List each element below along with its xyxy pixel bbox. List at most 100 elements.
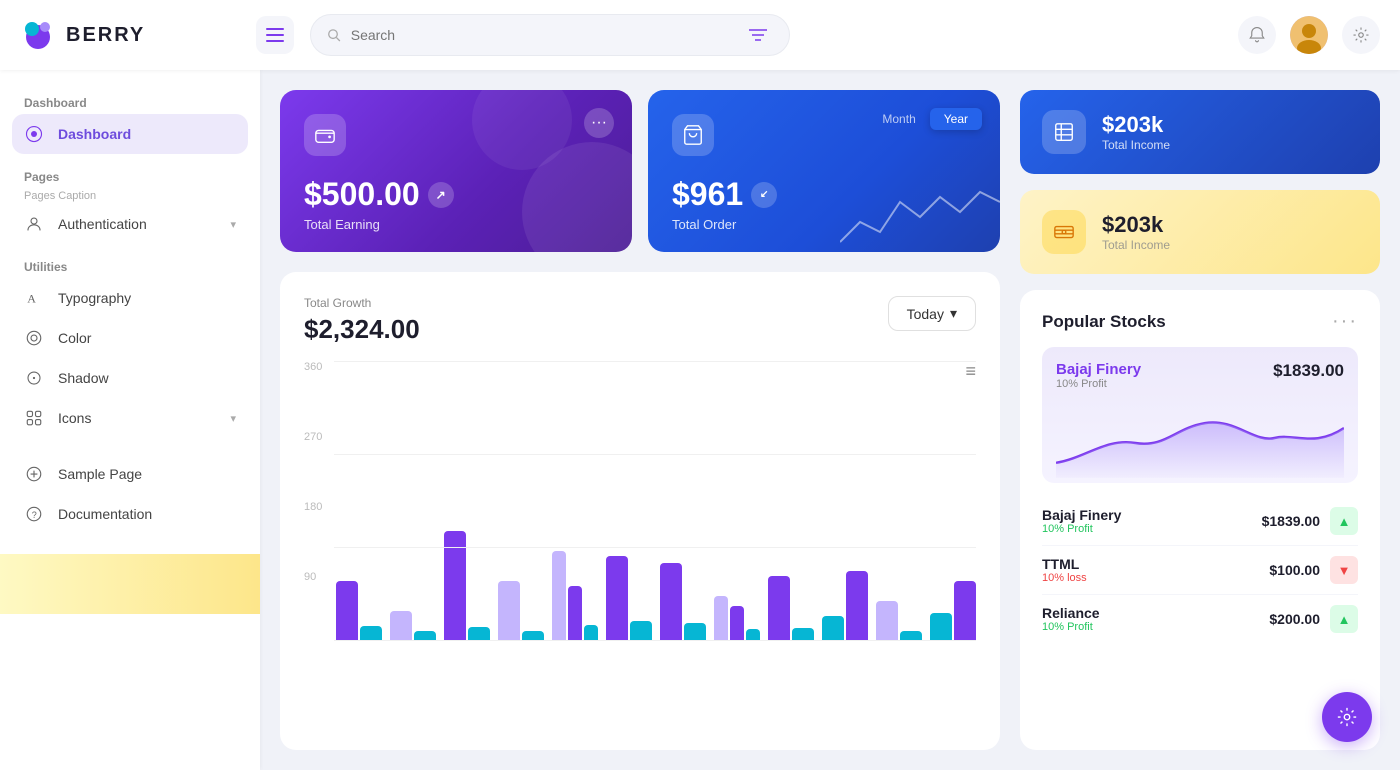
authentication-icon: [24, 214, 44, 234]
chart-area: ≡ 360 270 180 90: [304, 361, 976, 641]
berry-logo-icon: [20, 17, 56, 53]
y-axis: 360 270 180 90: [304, 361, 334, 641]
sidebar-item-documentation[interactable]: ? Documentation: [0, 494, 260, 534]
sidebar-item-dashboard[interactable]: Dashboard: [12, 114, 248, 154]
chevron-down-icon: ▾: [950, 305, 957, 322]
sidebar-item-sample-page[interactable]: Sample Page: [0, 454, 260, 494]
bar-teal: [468, 627, 490, 641]
notification-button[interactable]: [1238, 16, 1276, 54]
stock-list-item: Bajaj Finery 10% Profit $1839.00 ▲: [1042, 497, 1358, 546]
sidebar-documentation-label: Documentation: [58, 506, 152, 522]
bar-light-purple: [552, 551, 566, 641]
icons-chevron-icon: ▾: [230, 412, 236, 425]
sidebar-item-shadow[interactable]: Shadow: [0, 358, 260, 398]
bar-group-6: [606, 556, 652, 641]
fab-settings-button[interactable]: [1322, 692, 1372, 742]
sidebar-authentication-label: Authentication: [58, 216, 147, 232]
stock-row-change: 10% Profit: [1042, 523, 1121, 535]
bar-purple: [336, 581, 358, 641]
bar-group-10: [822, 571, 868, 641]
pages-section-label: Pages: [0, 164, 260, 188]
sidebar-item-authentication[interactable]: Authentication ▾: [0, 204, 260, 244]
color-icon: [24, 328, 44, 348]
table-icon: [1053, 121, 1075, 143]
settings-button[interactable]: [1342, 16, 1380, 54]
stock-list-item: TTML 10% loss $100.00 ▼: [1042, 546, 1358, 595]
bar-teal: [630, 621, 652, 641]
dashboard-icon: [24, 124, 44, 144]
stock-list: Bajaj Finery 10% Profit $1839.00 ▲ TTML …: [1042, 497, 1358, 643]
chart-menu-button[interactable]: ≡: [965, 361, 976, 382]
sidebar-color-label: Color: [58, 330, 91, 346]
hamburger-button[interactable]: [256, 16, 294, 54]
bar-teal: [746, 629, 760, 641]
earning-card-more-button[interactable]: ···: [584, 108, 614, 138]
stock-row-name: Bajaj Finery: [1042, 507, 1121, 523]
earning-card-icon-box: [304, 114, 346, 156]
total-earning-card: ··· $500.00 ↗ Total Earning: [280, 90, 632, 252]
income-amount-blue: $203k: [1102, 112, 1170, 138]
year-tab-button[interactable]: Year: [930, 108, 982, 130]
bar-teal: [792, 628, 814, 641]
hamburger-icon: [266, 28, 284, 42]
today-filter-button[interactable]: Today ▾: [888, 296, 976, 331]
chart-title: Total Growth: [304, 296, 420, 310]
stock-row-change: 10% Profit: [1042, 621, 1100, 633]
income-info-yellow: $203k Total Income: [1102, 212, 1170, 252]
bar-teal: [930, 613, 952, 641]
cash-icon: [1053, 221, 1075, 243]
month-tab-button[interactable]: Month: [868, 108, 929, 130]
shadow-icon: [24, 368, 44, 388]
bar-purple: [846, 571, 868, 641]
stocks-header: Popular Stocks ···: [1042, 310, 1358, 333]
bar-group-3: [444, 531, 490, 641]
bar-light-purple: [498, 581, 520, 641]
main-column: ··· $500.00 ↗ Total Earning: [280, 90, 1000, 750]
stock-row-change: 10% loss: [1042, 572, 1087, 584]
avatar[interactable]: [1290, 16, 1328, 54]
bar-teal: [360, 626, 382, 641]
search-icon: [327, 27, 341, 43]
featured-stock-top: Bajaj Finery 10% Profit $1839.00: [1056, 361, 1344, 390]
bar-purple: [730, 606, 744, 641]
chart-header: Total Growth $2,324.00 Today ▾: [304, 296, 976, 345]
utilities-section-label: Utilities: [0, 254, 260, 278]
sidebar-sample-page-label: Sample Page: [58, 466, 142, 482]
stocks-title: Popular Stocks: [1042, 312, 1166, 332]
sidebar-item-color[interactable]: Color: [0, 318, 260, 358]
logo-area: BERRY: [20, 17, 240, 53]
bar-purple: [660, 563, 682, 641]
bar-group-5: [552, 551, 598, 641]
filter-button[interactable]: [744, 18, 773, 52]
pages-caption: Pages Caption: [0, 188, 260, 204]
earning-label: Total Earning: [304, 217, 608, 232]
featured-stock-price: $1839.00: [1273, 361, 1344, 381]
content-area: ··· $500.00 ↗ Total Earning: [260, 70, 1400, 770]
chart-amount: $2,324.00: [304, 314, 420, 345]
featured-stock-mini-chart: [1056, 398, 1344, 478]
bar-teal: [684, 623, 706, 641]
featured-stock-chart: Bajaj Finery 10% Profit $1839.00: [1042, 347, 1358, 483]
order-tab-toggle: Month Year: [868, 108, 982, 130]
stocks-more-button[interactable]: ···: [1332, 310, 1358, 333]
bar-purple: [768, 576, 790, 641]
stock-row-info: TTML 10% loss: [1042, 556, 1087, 584]
header-right: [1238, 16, 1380, 54]
bell-icon: [1248, 26, 1266, 44]
wallet-icon: [314, 124, 336, 146]
sidebar-item-typography[interactable]: A Typography: [0, 278, 260, 318]
search-input[interactable]: [351, 27, 734, 43]
stock-direction-badge: ▼: [1330, 556, 1358, 584]
chevron-down-icon: ▾: [230, 218, 236, 231]
income-icon-blue: [1042, 110, 1086, 154]
logo-text: BERRY: [66, 24, 145, 47]
sample-page-icon: [24, 464, 44, 484]
gear-icon: [1352, 26, 1370, 44]
sidebar-item-icons[interactable]: Icons ▾: [0, 398, 260, 438]
income-label-yellow: Total Income: [1102, 238, 1170, 252]
total-income-card-yellow: $203k Total Income: [1020, 190, 1380, 274]
income-icon-yellow: [1042, 210, 1086, 254]
bar-teal: [900, 631, 922, 641]
bar-teal: [584, 625, 598, 641]
bar-group-1: [336, 581, 382, 641]
